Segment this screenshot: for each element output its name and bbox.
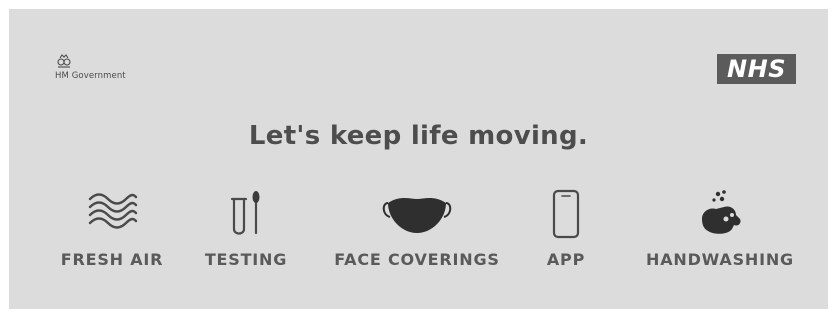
face-coverings-label: FACE COVERINGS xyxy=(334,250,500,269)
fresh-air-icon xyxy=(88,193,138,229)
handwashing-item xyxy=(696,189,744,237)
face-mask-icon xyxy=(382,198,452,233)
face-coverings-item xyxy=(380,189,454,237)
headline: Let's keep life moving. xyxy=(248,121,589,151)
fresh-air-label: FRESH AIR xyxy=(60,250,164,269)
handwashing-label: HANDWASHING xyxy=(646,250,794,269)
hm-government-text: HM Government xyxy=(55,71,126,81)
royal-crest-icon xyxy=(57,54,71,68)
nhs-logo: NHS xyxy=(717,54,796,84)
campaign-sign: HM Government NHS Let's keep life moving… xyxy=(9,9,828,309)
app-item xyxy=(551,189,581,239)
fresh-air-item xyxy=(86,189,138,229)
test-tube-icon xyxy=(230,191,260,235)
handwashing-icon xyxy=(702,190,741,234)
hm-government-logo: HM Government xyxy=(55,53,126,81)
smartphone-icon xyxy=(552,189,580,239)
testing-item xyxy=(226,189,266,237)
testing-label: TESTING xyxy=(204,250,288,269)
app-label: APP xyxy=(546,250,586,269)
